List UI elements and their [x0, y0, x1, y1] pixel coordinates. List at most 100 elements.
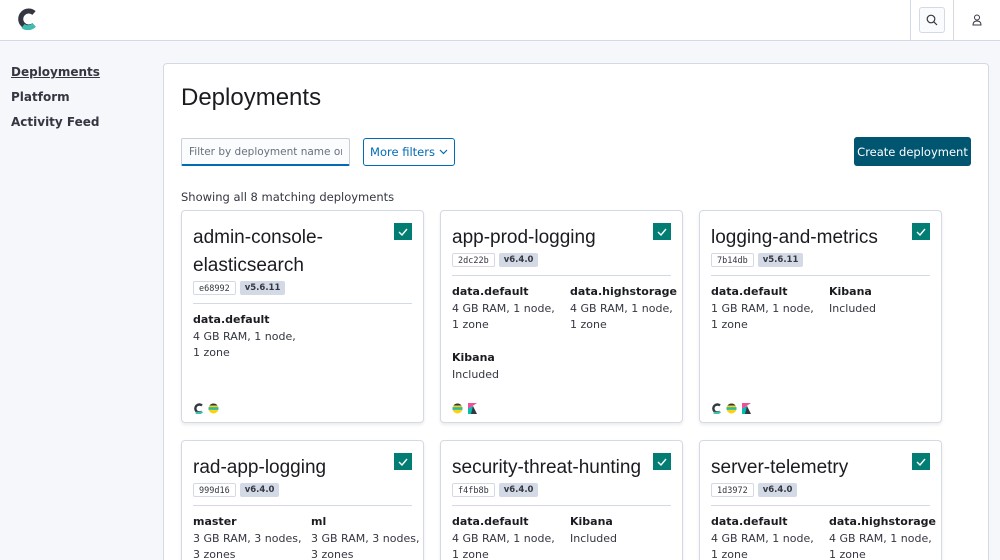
deployments-panel: Deployments More filters Create deployme…	[163, 63, 989, 560]
topology-value: 4 GB RAM, 1 node, 1 zone	[711, 531, 814, 560]
deployment-name[interactable]: logging-and-metrics	[711, 224, 891, 252]
topology-value: 3 GB RAM, 3 nodes, 3 zones	[311, 531, 420, 560]
badge-group: 1d3972 v6.4.0	[711, 483, 798, 497]
topology-item: Kibana Included	[452, 350, 562, 383]
product-icons	[452, 399, 478, 414]
topology-item: data.highstorage 4 GB RAM, 1 node, 1 zon…	[570, 284, 680, 334]
deployment-name[interactable]: admin-console-elasticsearch	[193, 224, 373, 280]
page-title: Deployments	[181, 84, 322, 111]
topology-item: data.default 4 GB RAM, 1 node, 1 zone	[193, 312, 303, 362]
topology-value: 4 GB RAM, 1 node, 1 zone	[570, 301, 673, 332]
product-icons	[193, 399, 219, 415]
nav-item-platform[interactable]: Platform	[11, 90, 70, 104]
healthy-check-icon	[653, 223, 671, 240]
topology-value: Included	[570, 531, 618, 545]
top-bar	[0, 0, 1000, 41]
topology-label: data.default	[452, 515, 529, 528]
topology-item: ml 3 GB RAM, 3 nodes, 3 zones	[311, 514, 421, 560]
topology-item: Kibana Included	[829, 284, 939, 317]
topology-label: ml	[311, 515, 327, 528]
badge-group: f4fb8b v6.4.0	[452, 483, 539, 497]
deployment-id-badge: 999d16	[193, 483, 236, 497]
topology-label: data.highstorage	[570, 285, 678, 298]
deployment-search-input[interactable]	[181, 138, 350, 166]
topology-item: Kibana Included	[570, 514, 680, 547]
search-icon	[926, 14, 938, 26]
topology-label: data.default	[711, 285, 788, 298]
divider	[711, 505, 930, 506]
version-badge: v6.4.0	[757, 483, 798, 497]
elastic-cloud-icon	[711, 399, 722, 415]
topology-item: master 3 GB RAM, 3 nodes, 3 zones	[193, 514, 303, 560]
topology-item: data.default 1 GB RAM, 1 node, 1 zone	[711, 284, 821, 334]
topology-label: data.highstorage	[829, 515, 937, 528]
elasticsearch-icon	[208, 399, 219, 414]
deployment-name[interactable]: server-telemetry	[711, 454, 891, 482]
deployment-card[interactable]: admin-console-elasticsearch e68992 v5.6.…	[181, 210, 424, 423]
deployment-card[interactable]: server-telemetry 1d3972 v6.4.0 data.defa…	[699, 440, 942, 560]
topology-value: Included	[829, 301, 877, 315]
elastic-cloud-icon	[193, 399, 204, 415]
more-filters-button[interactable]: More filters	[363, 138, 455, 166]
badge-group: e68992 v5.6.11	[193, 281, 286, 295]
deployment-card[interactable]: rad-app-logging 999d16 v6.4.0 master 3 G…	[181, 440, 424, 560]
divider	[193, 505, 412, 506]
deployment-id-badge: 1d3972	[711, 483, 754, 497]
deployment-id-badge: 2dc22b	[452, 253, 495, 267]
version-badge: v5.6.11	[239, 281, 286, 295]
divider	[452, 505, 671, 506]
divider	[711, 275, 930, 276]
healthy-check-icon	[653, 453, 671, 470]
divider	[452, 275, 671, 276]
topology-value: 4 GB RAM, 1 node, 1 zone	[829, 531, 932, 560]
topology-label: data.default	[452, 285, 529, 298]
version-badge: v6.4.0	[239, 483, 280, 497]
topology-item: data.highstorage 4 GB RAM, 1 node, 1 zon…	[829, 514, 939, 560]
deployment-card[interactable]: app-prod-logging 2dc22b v6.4.0 data.defa…	[440, 210, 683, 423]
kibana-icon	[467, 399, 478, 414]
topology-item: data.default 4 GB RAM, 1 node, 1 zone	[711, 514, 821, 560]
divider	[193, 303, 412, 304]
product-icons	[711, 399, 752, 415]
deployment-card[interactable]: logging-and-metrics 7b14db v5.6.11 data.…	[699, 210, 942, 423]
topology-label: Kibana	[452, 351, 495, 364]
elasticsearch-icon	[726, 399, 737, 414]
search-button[interactable]	[910, 0, 954, 40]
more-filters-label: More filters	[370, 145, 435, 159]
healthy-check-icon	[912, 453, 930, 470]
user-icon	[972, 14, 982, 26]
topology-value: 4 GB RAM, 1 node, 1 zone	[452, 531, 555, 560]
deployment-card[interactable]: security-threat-hunting f4fb8b v6.4.0 da…	[440, 440, 683, 560]
topology-label: master	[193, 515, 237, 528]
healthy-check-icon	[394, 223, 412, 240]
deployment-name[interactable]: rad-app-logging	[193, 454, 373, 482]
kibana-icon	[741, 399, 752, 414]
elasticsearch-icon	[452, 399, 463, 414]
results-count: Showing all 8 matching deployments	[181, 190, 395, 204]
healthy-check-icon	[394, 453, 412, 470]
deployment-name[interactable]: app-prod-logging	[452, 224, 632, 252]
nav-item-deployments[interactable]: Deployments	[11, 65, 100, 79]
topology-value: 3 GB RAM, 3 nodes, 3 zones	[193, 531, 302, 560]
chevron-down-icon	[439, 149, 448, 155]
version-badge: v5.6.11	[757, 253, 804, 267]
deployment-name[interactable]: security-threat-hunting	[452, 454, 652, 482]
create-deployment-button[interactable]: Create deployment	[854, 137, 971, 166]
topology-value: Included	[452, 367, 500, 381]
nav-item-activity-feed[interactable]: Activity Feed	[11, 115, 100, 129]
version-badge: v6.4.0	[498, 253, 539, 267]
version-badge: v6.4.0	[498, 483, 539, 497]
deployment-id-badge: f4fb8b	[452, 483, 495, 497]
topology-label: data.default	[193, 313, 270, 326]
badge-group: 999d16 v6.4.0	[193, 483, 280, 497]
deployment-id-badge: e68992	[193, 281, 236, 295]
badge-group: 7b14db v5.6.11	[711, 253, 804, 267]
topology-item: data.default 4 GB RAM, 1 node, 1 zone	[452, 284, 562, 334]
user-menu-button[interactable]	[958, 0, 996, 40]
topology-label: data.default	[711, 515, 788, 528]
topology-value: 1 GB RAM, 1 node, 1 zone	[711, 301, 814, 332]
deployment-id-badge: 7b14db	[711, 253, 754, 267]
elastic-cloud-logo-icon[interactable]	[17, 8, 39, 30]
topology-item: data.default 4 GB RAM, 1 node, 1 zone	[452, 514, 562, 560]
topology-label: Kibana	[570, 515, 613, 528]
